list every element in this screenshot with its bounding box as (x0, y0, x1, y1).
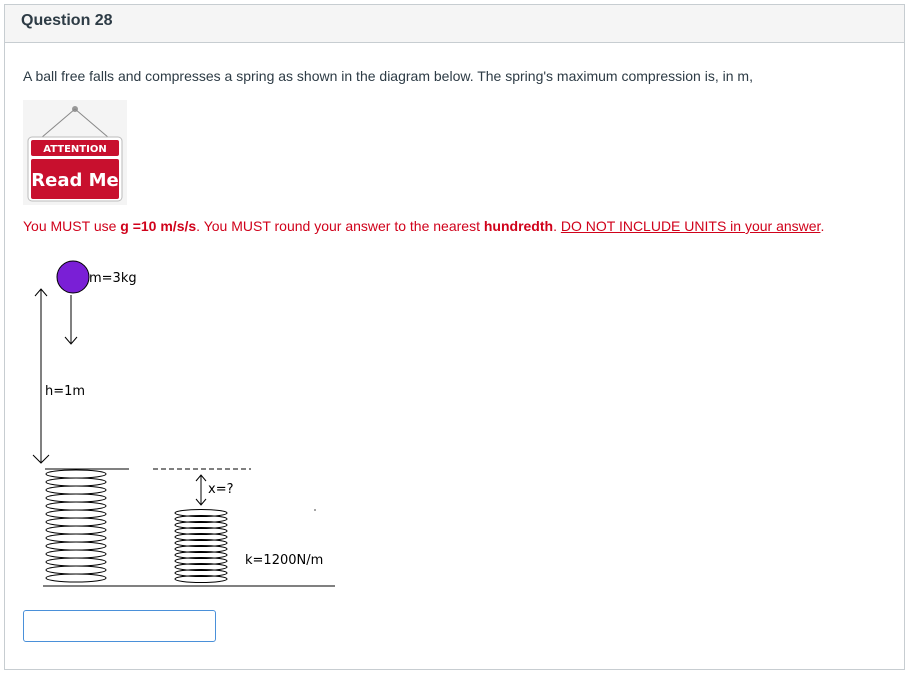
attention-top-text: ATTENTION (43, 144, 106, 155)
instructions-part4: . (820, 218, 825, 234)
instructions-part1: You MUST use (23, 218, 121, 234)
instructions-part3: . (553, 218, 561, 234)
instructions-part2: . You MUST round your answer to the near… (196, 218, 484, 234)
attention-read-me-image: ATTENTION Read Me (23, 100, 127, 205)
question-header: Question 28 (5, 5, 904, 43)
spring-diagram: m=3kg h=1m x=? k=1200N/m (32, 260, 335, 587)
spring-compressed (174, 509, 228, 583)
question-text: A ball free falls and compresses a sprin… (23, 68, 753, 84)
instructions-g-value: g =10 m/s/s (120, 218, 197, 234)
instructions-hundredth: hundredth (483, 218, 554, 234)
compression-label: x=? (208, 482, 234, 497)
question-card: Question 28 A ball free falls and compre… (4, 4, 905, 670)
spring-uncompressed (45, 469, 107, 583)
instructions-text: You MUST use g =10 m/s/s. You MUST round… (23, 218, 824, 234)
question-title: Question 28 (21, 12, 113, 29)
height-label: h=1m (45, 384, 85, 399)
spring-constant-label: k=1200N/m (245, 553, 323, 568)
instructions-no-units: DO NOT INCLUDE UNITS in your answer (560, 218, 821, 234)
mass-label: m=3kg (89, 271, 137, 286)
ball (56, 260, 90, 294)
answer-input[interactable] (23, 610, 216, 642)
attention-main-text: Read Me (31, 170, 119, 191)
